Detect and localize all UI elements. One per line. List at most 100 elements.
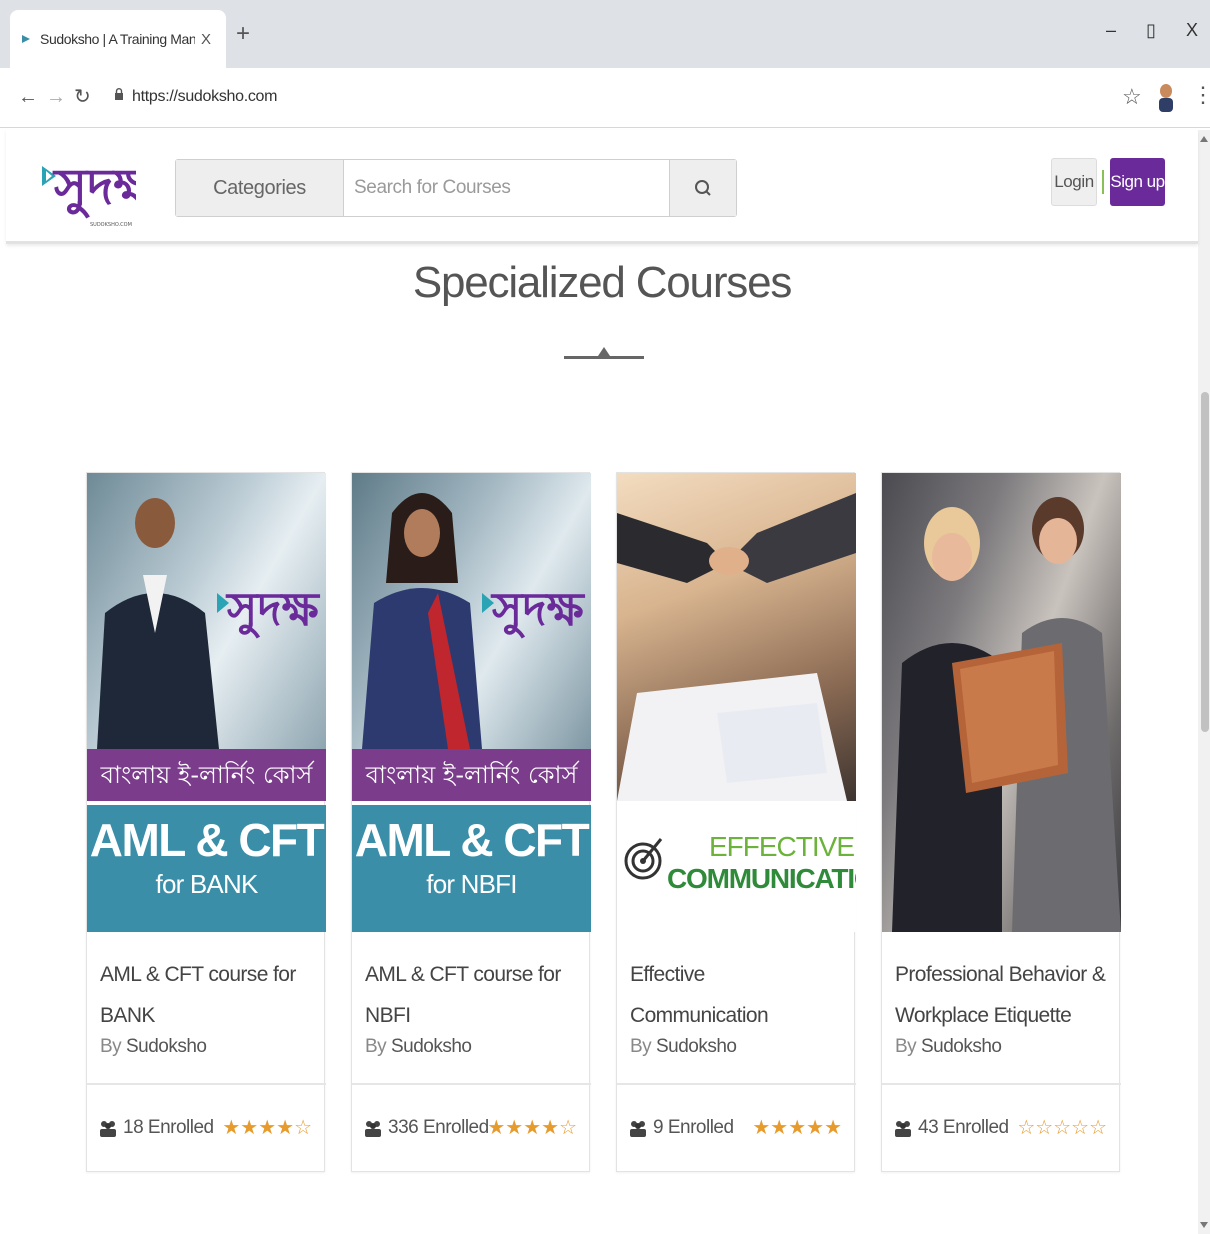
search-input[interactable] <box>344 160 669 216</box>
star-empty-icon: ☆ <box>1053 1117 1072 1139</box>
thumb-title-block: AML & CFT for BANK <box>87 805 326 932</box>
search-button[interactable] <box>669 160 736 216</box>
enrolled-count: 336 Enrolled <box>388 1117 489 1138</box>
star-empty-icon: ☆ <box>559 1117 577 1139</box>
rating-stars: ★★★★☆ <box>487 1115 577 1140</box>
thumb-banner-text: বাংলায় ই-লার্নিং কোর্স <box>87 749 326 801</box>
star-filled-icon: ★ <box>806 1117 825 1139</box>
handshake-photo <box>617 473 856 801</box>
rating-stars: ☆☆☆☆☆ <box>1017 1115 1107 1140</box>
star-empty-icon: ☆ <box>1017 1117 1036 1139</box>
thumb-main-text: AML & CFT <box>354 814 590 866</box>
users-icon <box>100 1121 116 1137</box>
course-title[interactable]: Professional Behavior & Workplace Etique… <box>895 954 1108 1036</box>
instructor-photo: সুদক্ষ <box>87 473 326 749</box>
logo-wordmark: সুদক্ষ <box>52 158 136 219</box>
thumb-sub-text: for NBFI <box>426 869 517 899</box>
minimize-button[interactable]: – <box>1106 20 1116 41</box>
site-favicon-icon <box>22 35 30 43</box>
course-title[interactable]: Effective Communication <box>630 954 843 1036</box>
card-footer: 9 Enrolled ★★★★★ <box>617 1083 856 1173</box>
scroll-up-arrow-icon[interactable] <box>1200 136 1208 142</box>
star-empty-icon: ☆ <box>294 1117 312 1139</box>
course-author: By Sudoksho <box>630 1036 737 1057</box>
card-body: Effective Communication By Sudoksho <box>617 932 856 1082</box>
course-author: By Sudoksho <box>365 1036 472 1057</box>
workplace-photo <box>882 473 1121 932</box>
rating-stars: ★★★★★ <box>752 1115 842 1140</box>
star-empty-icon: ☆ <box>1071 1117 1090 1139</box>
card-footer: 43 Enrolled ☆☆☆☆☆ <box>882 1083 1121 1173</box>
course-author: By Sudoksho <box>100 1036 207 1057</box>
login-button[interactable]: Login <box>1051 158 1097 206</box>
title-divider-notch <box>598 347 610 356</box>
star-filled-icon: ★ <box>523 1117 542 1139</box>
target-icon <box>624 838 663 880</box>
restore-button[interactable]: ▯ <box>1146 20 1156 41</box>
course-card[interactable]: Professional Behavior & Workplace Etique… <box>881 472 1121 1173</box>
close-window-button[interactable]: X <box>1186 20 1198 41</box>
search-icon <box>695 180 711 196</box>
lock-icon <box>115 88 123 100</box>
sudoksho-logo[interactable]: সুদক্ষ SUDOKSHO.COM <box>40 144 136 230</box>
thumb-title-block: AML & CFT for NBFI <box>352 805 591 932</box>
profile-avatar-icon[interactable] <box>1156 82 1176 112</box>
course-thumbnail[interactable]: সুদক্ষ বাংলায় ই-লার্নিং কোর্স AML & CFT… <box>352 473 591 932</box>
section-title: Specialized Courses <box>412 258 792 307</box>
title-divider <box>564 356 644 359</box>
card-footer: 336 Enrolled ★★★★☆ <box>352 1083 591 1173</box>
browser-tab-bar: Sudoksho | A Training Managem X + – ▯ X <box>0 0 1210 68</box>
address-bar: ← → ↻ https://sudoksho.com ☆ ⋮ <box>0 68 1210 128</box>
signup-button[interactable]: Sign up <box>1110 158 1165 206</box>
users-icon <box>895 1121 911 1137</box>
card-body: AML & CFT course for BANK By Sudoksho <box>87 932 326 1082</box>
bookmark-star-icon[interactable]: ☆ <box>1122 84 1142 110</box>
thumb-logo-text: সুদক্ষ <box>225 582 321 638</box>
course-thumbnail[interactable]: সুদক্ষ বাংলায় ই-লার্নিং কোর্স AML & CFT… <box>87 473 326 932</box>
course-thumbnail[interactable] <box>882 473 1121 932</box>
star-filled-icon: ★ <box>770 1117 789 1139</box>
course-card[interactable]: সুদক্ষ বাংলায় ই-লার্নিং কোর্স AML & CFT… <box>86 472 326 1172</box>
tab-close-icon[interactable]: X <box>201 31 211 48</box>
star-filled-icon: ★ <box>258 1117 277 1139</box>
browser-tab[interactable]: Sudoksho | A Training Managem X <box>10 10 226 68</box>
star-filled-icon: ★ <box>240 1117 259 1139</box>
star-filled-icon: ★ <box>541 1117 560 1139</box>
new-tab-button[interactable]: + <box>236 22 250 46</box>
course-thumbnail[interactable]: EFFECTIVE COMMUNICATION <box>617 473 856 932</box>
course-card[interactable]: সুদক্ষ বাংলায় ই-লার্নিং কোর্স AML & CFT… <box>351 472 591 1173</box>
thumb-big-text: COMMUNICATION <box>667 863 856 894</box>
star-empty-icon: ☆ <box>1089 1117 1107 1139</box>
tab-title: Sudoksho | A Training Managem <box>40 31 195 47</box>
rating-stars: ★★★★☆ <box>222 1115 312 1140</box>
star-filled-icon: ★ <box>222 1117 241 1139</box>
star-filled-icon: ★ <box>487 1117 506 1139</box>
logo-subtext: SUDOKSHO.COM <box>90 222 132 228</box>
star-filled-icon: ★ <box>824 1117 842 1139</box>
star-filled-icon: ★ <box>752 1117 771 1139</box>
scrollbar-thumb[interactable] <box>1201 392 1209 732</box>
thumb-banner-text: বাংলায় ই-লার্নিং কোর্স <box>352 749 591 801</box>
card-body: AML & CFT course for NBFI By Sudoksho <box>352 932 591 1082</box>
course-title[interactable]: AML & CFT course for NBFI <box>365 954 578 1036</box>
categories-dropdown[interactable]: Categories <box>176 160 344 216</box>
course-author: By Sudoksho <box>895 1036 1002 1057</box>
star-empty-icon: ☆ <box>1035 1117 1054 1139</box>
back-arrow-icon[interactable]: ← <box>18 86 38 108</box>
url-text: https://sudoksho.com <box>132 88 278 105</box>
enrolled-count: 18 Enrolled <box>123 1117 214 1138</box>
users-icon <box>630 1121 646 1137</box>
course-title[interactable]: AML & CFT course for BANK <box>100 954 313 1036</box>
browser-menu-icon[interactable]: ⋮ <box>1192 84 1210 106</box>
thumb-sub-text: for BANK <box>155 869 259 899</box>
scroll-down-arrow-icon[interactable] <box>1200 1222 1208 1228</box>
star-filled-icon: ★ <box>505 1117 524 1139</box>
url-field[interactable]: https://sudoksho.com <box>104 80 1104 116</box>
forward-arrow-icon[interactable]: → <box>46 86 66 108</box>
header-divider <box>1102 170 1104 194</box>
course-search-bar: Categories <box>175 159 737 217</box>
course-card[interactable]: EFFECTIVE COMMUNICATION Effective Commun… <box>616 472 856 1173</box>
star-filled-icon: ★ <box>788 1117 807 1139</box>
thumb-logo-text: সুদক্ষ <box>490 582 586 638</box>
reload-icon[interactable]: ↻ <box>74 86 91 108</box>
